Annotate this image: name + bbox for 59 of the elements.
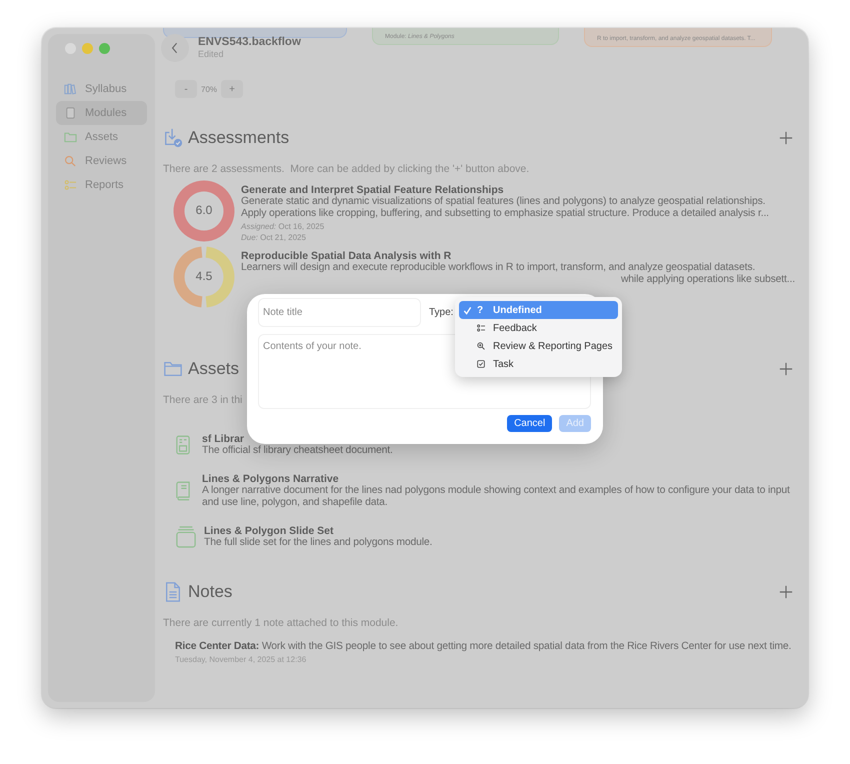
document-title: ENVS543.backflow [198, 36, 301, 48]
add-icon[interactable] [779, 131, 793, 145]
sidebar-item[interactable]: Syllabus [56, 77, 147, 101]
assigned-date: Assigned: Oct 16, 2025 [241, 222, 326, 231]
document-image-icon [176, 434, 190, 456]
sidebar-item[interactable]: Assets [56, 125, 147, 149]
zoom-in-button[interactable]: + [221, 80, 244, 98]
sidebar-item[interactable]: Reviews [56, 149, 147, 173]
asset-title[interactable]: Lines & Polygons Narrative [202, 473, 795, 485]
assessment-description: while applying operations like subsett... [620, 274, 795, 286]
add-icon[interactable] [779, 362, 793, 376]
section-title: Assets [188, 359, 240, 379]
score-value: 4.5 [194, 269, 214, 283]
section-title: Assessments [188, 128, 290, 148]
dialog-button[interactable]: Cancel [507, 415, 552, 432]
section-summary: There are 3 in thi [163, 394, 244, 406]
folder-icon [163, 359, 183, 379]
magnifier-icon [477, 342, 485, 350]
document-icon [64, 107, 77, 119]
section-summary: There are 2 assessments. More can be added by clicking the '+' button above. [163, 163, 530, 175]
checklist-icon [477, 324, 485, 332]
checklist-icon [64, 179, 77, 191]
section-summary: There are currently 1 note attached to this module. [163, 617, 400, 629]
minimize-button[interactable] [82, 43, 93, 54]
assessment-description: Apply operations like cropping, buffering, and subsetting to emphasize spatial structure. Produce a detailed analysis r... [241, 208, 769, 220]
books-icon [64, 83, 77, 95]
note-title-field[interactable]: Note title [258, 298, 421, 327]
magnifier-icon [64, 155, 77, 167]
zoom-button[interactable] [99, 43, 110, 54]
zoom-level: 70% [201, 84, 218, 94]
zoom-out-button[interactable]: - [175, 80, 197, 98]
add-icon[interactable] [779, 585, 793, 599]
asset-description: The official sf library cheatsheet document. [202, 445, 394, 457]
note-text: Rice Center Data: Work with the GIS people to see about getting more detailed spatial data from the Rice Rivers Center for use next time. [175, 641, 792, 653]
note-document-icon [163, 582, 183, 602]
assessment-title[interactable]: Reproducible Spatial Data Analysis with R [241, 250, 795, 262]
download-check-icon [163, 128, 183, 148]
asset-description: A longer narrative document for the lines nad polygons module showing context and examples of how to configure your data to input and use line, polygon, and shapefile data. [202, 485, 791, 509]
asset-description: The full slide set for the lines and polygons module. [204, 537, 434, 549]
checkmark-icon [463, 306, 472, 314]
folder-icon [64, 131, 77, 143]
question-glyph: ? [477, 304, 484, 316]
due-date: Due: Oct 21, 2025 [241, 233, 307, 242]
slides-stack-icon [176, 526, 196, 548]
menu-item[interactable]: ? Undefined [459, 301, 618, 319]
assessment-description: Learners will design and execute reproducible workflows in R to import, transform, and analyze geospatial datasets. [241, 262, 756, 274]
assessment-description: Generate static and dynamic visualizations of spatial features (lines and polygons) to analyze geospatial relationships. [241, 196, 766, 208]
section-title: Notes [188, 582, 232, 602]
score-value: 6.0 [194, 203, 214, 217]
sidebar-item[interactable]: Reports [56, 173, 147, 197]
book-icon [176, 480, 190, 502]
chevron-left-icon [171, 42, 179, 54]
module-card[interactable] [163, 28, 347, 38]
menu-item[interactable]: Feedback [459, 319, 618, 337]
checkbox-icon [477, 360, 485, 368]
type-label: Type: [429, 307, 454, 318]
assessment-title[interactable]: Generate and Interpret Spatial Feature Relationships [241, 184, 795, 196]
back-button[interactable] [161, 34, 189, 62]
asset-title[interactable]: Lines & Polygon Slide Set [204, 525, 795, 537]
